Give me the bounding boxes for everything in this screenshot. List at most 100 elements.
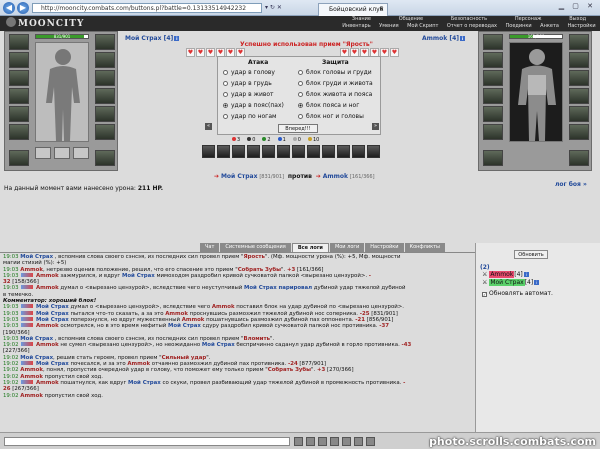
menu-knowledge[interactable]: Знание <box>352 16 371 23</box>
radio-button[interactable] <box>298 92 303 97</box>
versus-right-name[interactable]: Ammok <box>323 173 348 180</box>
log-time[interactable]: 19:02 <box>3 367 19 373</box>
history-icon[interactable] <box>366 437 375 446</box>
menu-exit[interactable]: Выход <box>569 16 586 23</box>
menu-fights[interactable]: Поединки <box>506 23 532 31</box>
attack-option[interactable]: удар по ногам <box>223 113 277 120</box>
window-controls[interactable]: ▁ ▢ ✕ <box>559 2 596 10</box>
user-row[interactable]: ⚔ Ammok[4] i <box>482 271 529 278</box>
helmet-slot[interactable] <box>9 34 29 50</box>
log-time[interactable]: 19:03 <box>3 285 19 291</box>
auto-refresh-checkbox[interactable]: ✓ <box>482 292 487 297</box>
clear-icon[interactable] <box>318 437 327 446</box>
log-time[interactable]: 19:02 <box>3 374 19 380</box>
refresh-button[interactable]: Обновить <box>514 250 548 259</box>
heart-icon[interactable]: ♥ <box>186 48 195 57</box>
log-time[interactable]: 19:03 <box>3 273 19 279</box>
menu-script[interactable]: Мой Скрипт <box>407 23 438 31</box>
skill-icon[interactable] <box>352 145 365 158</box>
tab-0[interactable]: Чат <box>200 243 220 252</box>
left-action-2[interactable] <box>54 147 70 159</box>
radio-button[interactable] <box>223 92 228 97</box>
log-time[interactable]: 19:02 <box>3 393 19 399</box>
defense-option[interactable]: блок ног и головы <box>298 113 364 120</box>
skill-icon[interactable] <box>292 145 305 158</box>
log-time[interactable]: 19:02 <box>3 380 19 386</box>
log-time[interactable]: 19:03 <box>3 317 19 323</box>
address-controls[interactable]: ▾ ↻ ✕ <box>265 3 313 13</box>
fight-log-link[interactable]: лог боя » <box>555 181 587 188</box>
defense-option[interactable]: блок головы и груди <box>298 69 372 76</box>
log-time[interactable]: 19:03 <box>3 311 19 317</box>
attack-option[interactable]: удар в живот <box>223 91 274 98</box>
log-time[interactable]: 19:03 <box>3 323 19 329</box>
tab-4[interactable]: Настройки <box>365 243 404 252</box>
heart-icon[interactable]: ♥ <box>206 48 215 57</box>
auto-refresh-row[interactable]: ✓ Обновлять автомат. <box>482 290 553 297</box>
forward-button[interactable]: ▶ <box>17 2 29 14</box>
chevron-right-icon[interactable]: » <box>372 123 379 130</box>
tab-2[interactable]: Все логи <box>291 243 329 252</box>
log-time[interactable]: 19:03 <box>3 267 19 273</box>
left-fighter-name[interactable]: Мой Страх [4] i <box>125 35 180 42</box>
menu-transfers[interactable]: Отчет о переводах <box>447 23 497 31</box>
ring-slot-2[interactable] <box>95 52 115 68</box>
tab-5[interactable]: Конфликты <box>404 243 446 252</box>
skill-icon[interactable] <box>202 145 215 158</box>
bracer-slot[interactable] <box>95 124 115 140</box>
versus-left-name[interactable]: Мой Страх <box>221 173 257 180</box>
info-icon[interactable]: i <box>523 272 529 277</box>
menu-profile[interactable]: Анкета <box>540 23 559 31</box>
send-icon[interactable] <box>294 437 303 446</box>
user-row[interactable]: ⚔ Мой Страх[4] i <box>482 279 540 286</box>
left-extra-slot-2[interactable] <box>95 150 115 166</box>
skill-icon[interactable] <box>262 145 275 158</box>
attack-option[interactable]: удар в грудь <box>223 80 272 87</box>
user-name[interactable]: Мой Страх <box>489 279 525 286</box>
left-name-text[interactable]: Мой Страх <box>125 35 161 42</box>
defense-option[interactable]: блок пояса и ног <box>298 102 359 109</box>
chevron-left-icon[interactable]: « <box>205 123 212 130</box>
radio-button[interactable] <box>298 114 303 119</box>
tab-3[interactable]: Мои логи <box>329 243 365 252</box>
menu-settings[interactable]: Настройки <box>567 23 595 31</box>
smile-icon[interactable] <box>306 437 315 446</box>
radio-button[interactable] <box>298 103 303 108</box>
skill-icon[interactable] <box>337 145 350 158</box>
radio-button[interactable] <box>298 81 303 86</box>
boots-slot[interactable] <box>95 106 115 122</box>
belt-slot[interactable] <box>9 106 29 122</box>
filter-icon[interactable] <box>342 437 351 446</box>
forward-button[interactable]: Вперед!!! <box>278 124 318 133</box>
info-icon[interactable]: i <box>534 280 540 285</box>
radio-button[interactable] <box>223 70 228 75</box>
skill-icon[interactable] <box>307 145 320 158</box>
tab-1[interactable]: Системные сообщения <box>220 243 291 252</box>
log-time[interactable]: 19:02 <box>3 342 19 348</box>
info-icon[interactable]: i <box>174 36 180 41</box>
left-action-1[interactable] <box>35 147 51 159</box>
radio-button[interactable] <box>298 70 303 75</box>
info-icon[interactable]: i <box>460 36 466 41</box>
armor-slot[interactable] <box>9 88 29 104</box>
radio-button[interactable] <box>223 81 228 86</box>
left-extra-slot-1[interactable] <box>9 150 29 166</box>
attack-option[interactable]: удар в пояс(пах) <box>223 102 284 109</box>
menu-communication[interactable]: Общение <box>399 16 423 23</box>
leggings-slot[interactable] <box>95 88 115 104</box>
right-fighter-name[interactable]: Ammok [4] i <box>422 35 466 42</box>
attack-option[interactable]: удар в голову <box>223 69 275 76</box>
skill-icon[interactable] <box>367 145 380 158</box>
menu-security[interactable]: Безопасность <box>451 16 487 23</box>
sound-icon[interactable] <box>354 437 363 446</box>
user-name[interactable]: Ammok <box>489 271 515 278</box>
log-time[interactable]: 19:03 <box>3 304 19 310</box>
log-time[interactable]: 19:02 <box>3 361 19 367</box>
back-button[interactable]: ◀ <box>3 2 15 14</box>
right-name-text[interactable]: Ammok <box>422 35 447 42</box>
skill-icon[interactable] <box>247 145 260 158</box>
amulet-slot[interactable] <box>9 52 29 68</box>
menu-inventory[interactable]: Инвентарь <box>342 23 370 31</box>
left-action-3[interactable] <box>73 147 89 159</box>
skill-icon[interactable] <box>232 145 245 158</box>
